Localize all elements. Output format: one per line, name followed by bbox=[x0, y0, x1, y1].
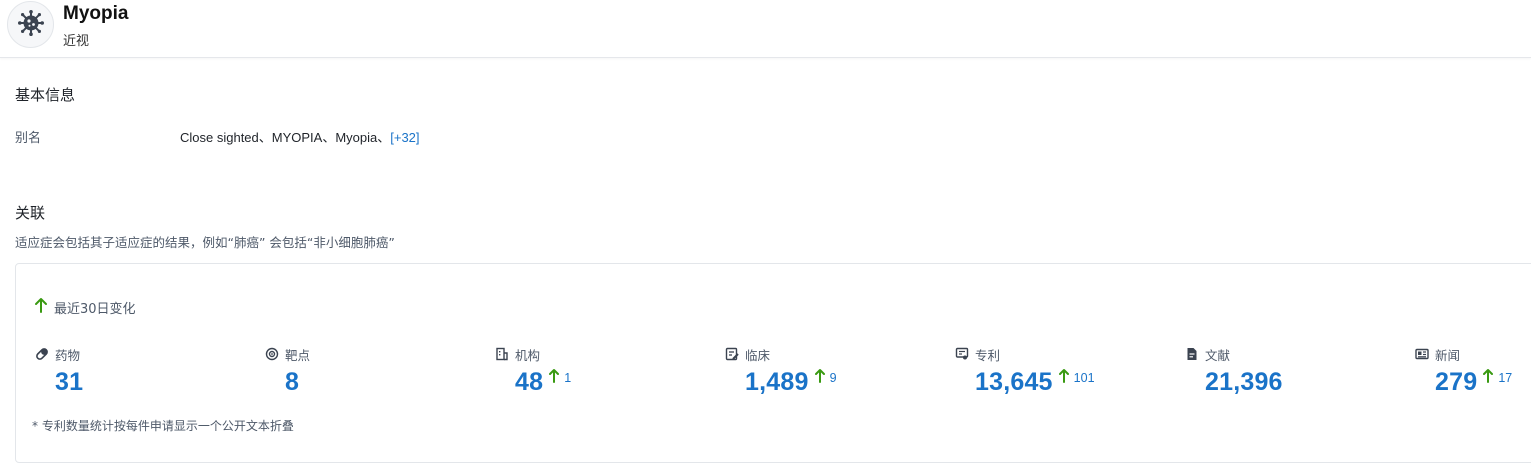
stat-delta-value: 9 bbox=[829, 370, 837, 385]
stat-organizations[interactable]: 机构 48 1 bbox=[494, 345, 571, 397]
stat-value[interactable]: 21,396 bbox=[1205, 367, 1283, 397]
entity-header: Myopia 近视 bbox=[0, 0, 1531, 58]
alias-more-link[interactable]: [+32] bbox=[390, 130, 419, 145]
stat-value[interactable]: 31 bbox=[55, 367, 83, 397]
patent-footnote: * 专利数量统计按每件申请显示一个公开文本折叠 bbox=[32, 419, 294, 433]
stat-value[interactable]: 279 bbox=[1435, 367, 1477, 397]
stat-targets[interactable]: 靶点 8 bbox=[264, 345, 310, 397]
association-heading: 关联 bbox=[15, 204, 46, 222]
building-icon bbox=[494, 347, 509, 362]
stat-label: 专利 bbox=[975, 347, 1001, 363]
arrow-up-icon bbox=[814, 368, 825, 387]
stat-drugs[interactable]: 药物 31 bbox=[34, 345, 83, 397]
patent-icon bbox=[954, 347, 969, 362]
stat-value[interactable]: 1,489 bbox=[745, 367, 809, 397]
stat-literature[interactable]: 文献 21,396 bbox=[1184, 345, 1283, 397]
stat-value[interactable]: 13,645 bbox=[975, 367, 1053, 397]
document-icon bbox=[1184, 347, 1199, 362]
clinical-icon bbox=[724, 347, 739, 362]
alias-value: Close sighted、MYOPIA、Myopia、[+32] bbox=[180, 127, 420, 146]
stat-value[interactable]: 48 bbox=[515, 367, 543, 397]
avatar bbox=[7, 1, 54, 48]
stat-label: 机构 bbox=[515, 347, 541, 363]
pill-icon bbox=[34, 347, 49, 362]
page-subtitle: 近视 bbox=[63, 34, 90, 49]
stat-label: 靶点 bbox=[285, 347, 311, 363]
stat-clinical[interactable]: 临床 1,489 9 bbox=[724, 345, 837, 397]
recent-change-text: 最近30日变化 bbox=[54, 301, 136, 317]
arrow-up-icon bbox=[1058, 368, 1069, 387]
target-icon bbox=[264, 347, 279, 362]
virus-icon bbox=[17, 9, 45, 41]
alias-list: Close sighted、MYOPIA、Myopia、 bbox=[180, 130, 391, 145]
basic-info-heading: 基本信息 bbox=[15, 86, 76, 104]
page-title: Myopia bbox=[63, 3, 129, 24]
stat-patents[interactable]: 专利 13,645 101 bbox=[954, 345, 1095, 397]
stat-value[interactable]: 8 bbox=[285, 367, 299, 397]
stat-label: 药物 bbox=[55, 347, 81, 363]
stat-delta-value: 101 bbox=[1073, 370, 1095, 385]
recent-change-label: 最近30日变化 bbox=[34, 297, 136, 317]
stat-label: 新闻 bbox=[1435, 347, 1461, 363]
stat-label: 文献 bbox=[1205, 347, 1231, 363]
stat-delta: 17 bbox=[1483, 368, 1512, 387]
stat-delta-value: 17 bbox=[1498, 370, 1513, 385]
stat-delta-value: 1 bbox=[564, 370, 572, 385]
stat-delta: 9 bbox=[814, 368, 837, 387]
association-description: 适应症会包括其子适应症的结果，例如“肺癌” 会包括“非小细胞肺癌” bbox=[15, 235, 395, 250]
stat-news[interactable]: 新闻 279 17 bbox=[1414, 345, 1512, 397]
arrow-up-icon bbox=[1483, 368, 1494, 387]
stat-label: 临床 bbox=[745, 347, 771, 363]
alias-label: 别名 bbox=[15, 131, 42, 146]
stat-delta: 101 bbox=[1058, 368, 1095, 387]
arrow-up-icon bbox=[549, 368, 560, 387]
stat-delta: 1 bbox=[549, 368, 571, 387]
arrow-up-icon bbox=[34, 297, 54, 317]
news-icon bbox=[1414, 347, 1429, 362]
